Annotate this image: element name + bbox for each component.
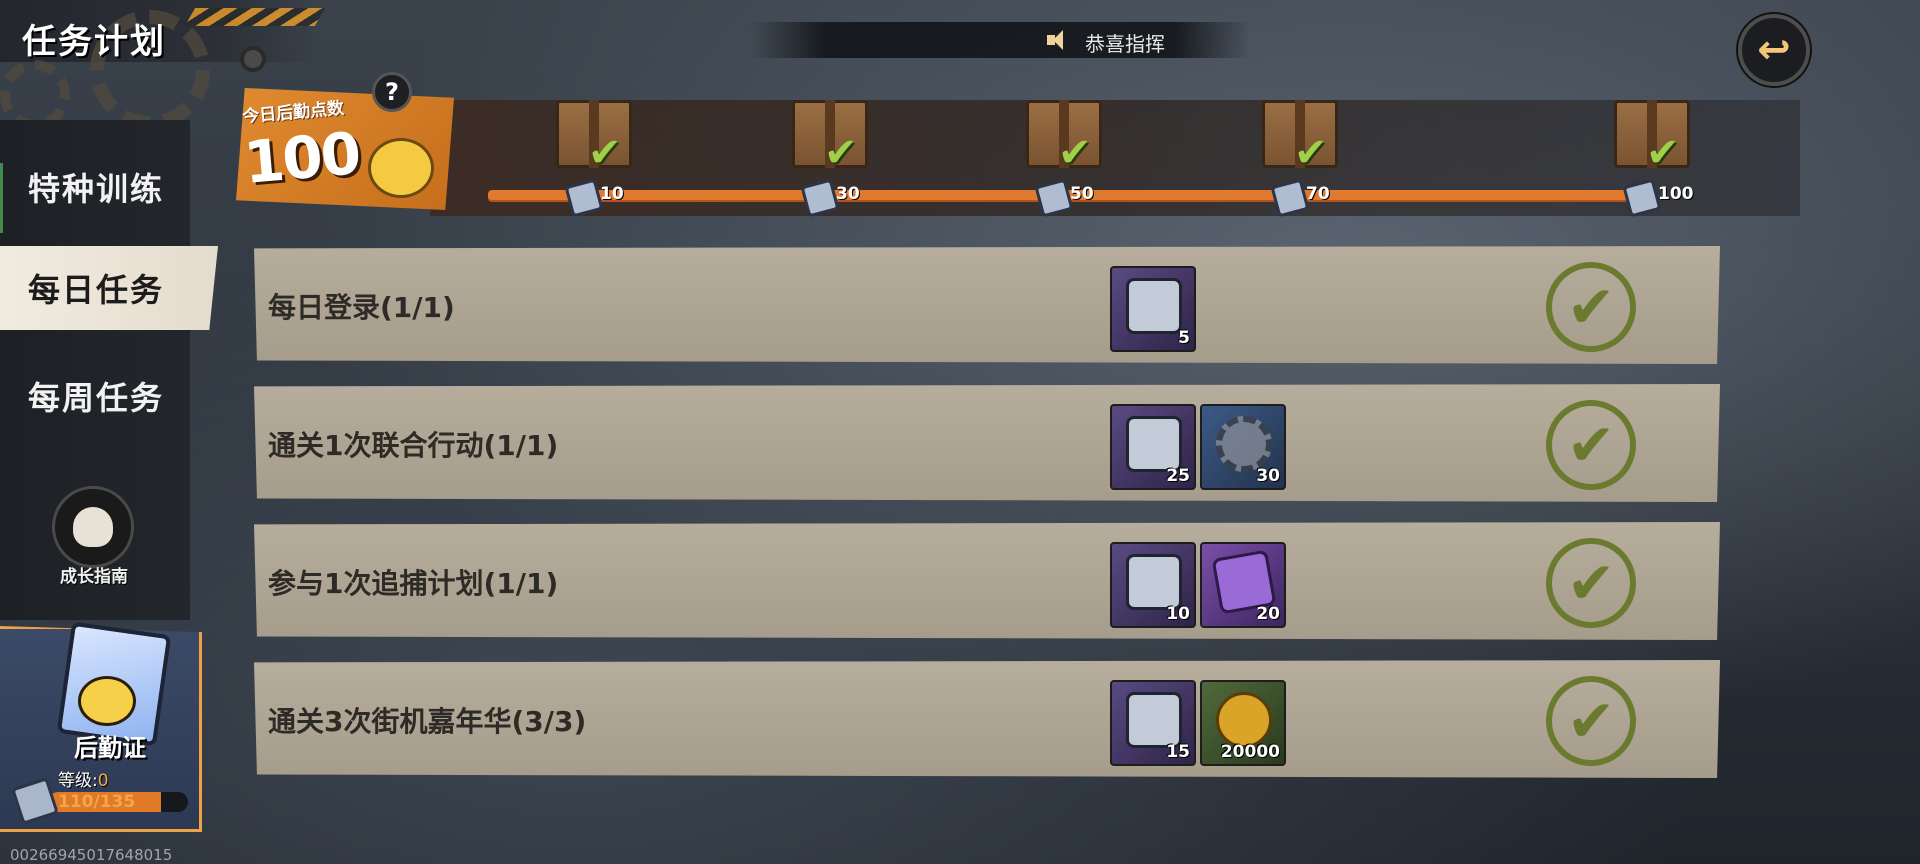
milestone-value: 100: [1658, 184, 1694, 204]
daily-points-value: 100: [241, 119, 362, 197]
growth-guide-button[interactable]: [52, 486, 134, 568]
logistics-token-icon: [1126, 278, 1182, 334]
speaker-icon: [1047, 30, 1069, 50]
gear-material-icon: [1216, 416, 1272, 472]
tab-daily-tasks[interactable]: 每日任务: [0, 246, 218, 330]
growth-guide-label: 成长指南: [60, 567, 128, 587]
reward-quantity: 5: [1178, 328, 1190, 348]
milestone-reward-box[interactable]: ✔ 30: [792, 100, 912, 220]
logistics-token-icon: [1126, 692, 1182, 748]
tab-weekly-tasks[interactable]: 每周任务: [0, 354, 218, 438]
help-button[interactable]: ?: [372, 72, 412, 112]
task-name: 通关1次联合行动(1/1): [268, 429, 559, 462]
announcement-bar: 恭喜指挥: [750, 22, 1250, 58]
task-name: 参与1次追捕计划(1/1): [268, 567, 559, 600]
reward-item[interactable]: 30: [1200, 404, 1286, 490]
claimed-check-icon: ✔: [824, 130, 858, 176]
reward-quantity: 20000: [1220, 742, 1280, 762]
claimed-check-icon: ✔: [1646, 130, 1680, 176]
back-button[interactable]: ↩: [1738, 14, 1810, 86]
milestone-reward-box[interactable]: ✔ 100: [1614, 100, 1734, 220]
return-arrow-icon: ↩: [1757, 27, 1791, 73]
logistics-token-icon: [1126, 416, 1182, 472]
pass-title: 后勤证: [74, 734, 146, 762]
completed-check-icon: ✔: [1546, 262, 1636, 352]
reward-item[interactable]: 25: [1110, 404, 1196, 490]
level-text: 等级:0: [58, 766, 109, 791]
reward-item[interactable]: 5: [1110, 266, 1196, 352]
milestone-value: 10: [600, 184, 624, 204]
claimed-check-icon: ✔: [1058, 130, 1092, 176]
claimed-check-icon: ✔: [588, 130, 622, 176]
task-name: 每日登录(1/1): [268, 291, 455, 324]
gold-coin-icon: [1216, 692, 1272, 748]
milestone-value: 30: [836, 184, 860, 204]
chick-mascot-icon: [368, 138, 434, 198]
claimed-check-icon: ✔: [1294, 130, 1328, 176]
hazard-stripe: [184, 8, 326, 26]
tab-special-training[interactable]: 特种训练: [0, 145, 218, 233]
reward-quantity: 30: [1256, 466, 1280, 486]
reward-item[interactable]: 20: [1200, 542, 1286, 628]
completed-check-icon: ✔: [1546, 676, 1636, 766]
milestone-reward-box[interactable]: ✔ 10: [556, 100, 676, 220]
logistics-token-icon: [1270, 178, 1310, 218]
xp-text: 110/135: [58, 792, 136, 812]
level-label: 等级:: [58, 771, 98, 791]
logistics-token-icon: [1034, 178, 1074, 218]
reward-quantity: 25: [1166, 466, 1190, 486]
reward-item[interactable]: 10: [1110, 542, 1196, 628]
logistics-token-icon: [564, 178, 604, 218]
reward-quantity: 15: [1166, 742, 1190, 762]
chick-mascot-icon: [78, 676, 136, 726]
milestone-reward-box[interactable]: ✔ 50: [1026, 100, 1146, 220]
logistics-token-icon: [1126, 554, 1182, 610]
task-row[interactable]: 参与1次追捕计划(1/1) 10 20 ✔: [254, 522, 1720, 640]
logistics-token-icon: [1622, 178, 1662, 218]
milestone-value: 50: [1070, 184, 1094, 204]
reward-item[interactable]: 15: [1110, 680, 1196, 766]
completed-check-icon: ✔: [1546, 538, 1636, 628]
completed-check-icon: ✔: [1546, 400, 1636, 490]
film-reel-icon: [240, 46, 266, 72]
announcement-text: 恭喜指挥: [1085, 32, 1165, 56]
level-value: 0: [97, 771, 109, 791]
logistics-token-icon: [800, 178, 840, 218]
ghost-mascot-icon: [73, 507, 113, 547]
task-row[interactable]: 每日登录(1/1) 5 ✔: [254, 246, 1720, 364]
task-row[interactable]: 通关1次联合行动(1/1) 25 30 ✔: [254, 384, 1720, 502]
page-title: 任务计划: [22, 22, 166, 62]
watermark-id: 0026694501764801​5: [10, 846, 173, 864]
reward-quantity: 10: [1166, 604, 1190, 624]
task-row[interactable]: 通关3次街机嘉年华(3/3) 15 20000 ✔: [254, 660, 1720, 778]
reward-item[interactable]: 20000: [1200, 680, 1286, 766]
task-name: 通关3次街机嘉年华(3/3): [268, 705, 587, 738]
milestone-reward-box[interactable]: ✔ 70: [1262, 100, 1382, 220]
reward-quantity: 20: [1256, 604, 1280, 624]
milestone-value: 70: [1306, 184, 1330, 204]
